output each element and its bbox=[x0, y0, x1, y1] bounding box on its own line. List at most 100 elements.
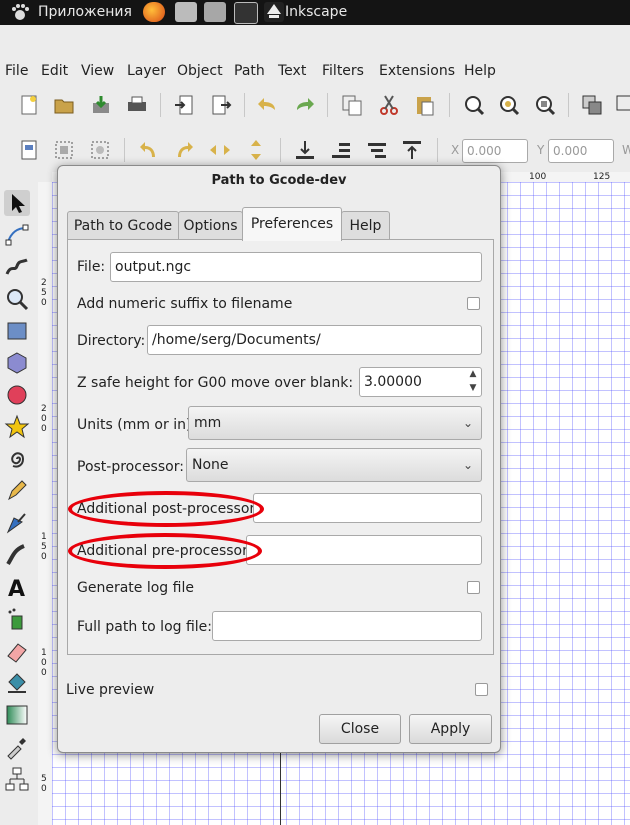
additional-pre-processor-field[interactable] bbox=[246, 535, 482, 565]
eraser-tool-icon[interactable] bbox=[4, 638, 30, 664]
tab-options[interactable]: Options bbox=[178, 211, 243, 240]
menu-path[interactable]: Path bbox=[234, 63, 265, 79]
spray-tool-icon[interactable] bbox=[4, 606, 30, 632]
ellipse-tool-icon[interactable] bbox=[4, 382, 30, 408]
zoom-page-icon[interactable] bbox=[533, 93, 557, 117]
top-panel: Приложения Inkscape bbox=[0, 0, 630, 25]
applications-menu[interactable]: Приложения bbox=[38, 4, 132, 20]
menu-filters[interactable]: Filters bbox=[322, 63, 364, 79]
export-icon[interactable] bbox=[209, 93, 233, 117]
menu-object[interactable]: Object bbox=[177, 63, 223, 79]
z-safe-field[interactable]: 3.00000 bbox=[359, 367, 482, 397]
cut-icon[interactable] bbox=[377, 93, 401, 117]
file-label: File: bbox=[77, 259, 106, 275]
menu-help[interactable]: Help bbox=[464, 63, 496, 79]
duplicate-icon[interactable] bbox=[340, 93, 364, 117]
directory-field[interactable]: /home/serg/Documents/ bbox=[147, 325, 482, 355]
rectangle-tool-icon[interactable] bbox=[4, 318, 30, 344]
menu-file[interactable]: File bbox=[5, 63, 28, 79]
ruler-tick-label: 5 bbox=[41, 288, 47, 298]
zoom-selection-icon[interactable] bbox=[462, 93, 486, 117]
flip-vertical-icon[interactable] bbox=[244, 138, 268, 162]
log-file-checkbox[interactable] bbox=[467, 581, 480, 594]
tab-help[interactable]: Help bbox=[341, 211, 390, 240]
new-document-icon[interactable] bbox=[17, 93, 41, 117]
spin-up-icon[interactable]: ▲ bbox=[466, 369, 480, 379]
group-icon[interactable] bbox=[580, 93, 604, 117]
ruler-tick-label: 0 bbox=[41, 424, 47, 434]
menu-text[interactable]: Text bbox=[278, 63, 306, 79]
file-field[interactable]: output.ngc bbox=[110, 252, 482, 282]
lower-to-bottom-icon[interactable] bbox=[293, 138, 317, 162]
selector-tool-icon[interactable] bbox=[4, 190, 30, 216]
dropper-tool-icon[interactable] bbox=[4, 734, 30, 760]
live-preview-checkbox[interactable] bbox=[475, 683, 488, 696]
ruler-tick-label: 1 bbox=[41, 648, 47, 658]
files-icon[interactable] bbox=[175, 2, 197, 22]
x-field[interactable]: 0.000 bbox=[462, 139, 528, 163]
menu-view[interactable]: View bbox=[81, 63, 114, 79]
menubar: File Edit View Layer Object Path Text Fi… bbox=[0, 58, 630, 86]
tab-path-to-gcode[interactable]: Path to Gcode bbox=[67, 211, 179, 240]
open-icon[interactable] bbox=[52, 93, 76, 117]
dialog-title: Path to Gcode-dev bbox=[211, 173, 347, 188]
rotate-cw-icon[interactable] bbox=[172, 138, 196, 162]
gradient-tool-icon[interactable] bbox=[4, 702, 30, 728]
zoom-tool-icon[interactable] bbox=[4, 286, 30, 312]
zoom-drawing-icon[interactable] bbox=[497, 93, 521, 117]
paste-icon[interactable] bbox=[413, 93, 437, 117]
firefox-icon[interactable] bbox=[143, 2, 165, 22]
pen-tool-icon[interactable] bbox=[4, 510, 30, 536]
undo-icon[interactable] bbox=[256, 93, 280, 117]
terminal-icon[interactable] bbox=[234, 2, 258, 24]
select-all-icon[interactable] bbox=[17, 138, 41, 162]
toolbox: A bbox=[0, 186, 34, 825]
ungroup-icon[interactable] bbox=[614, 93, 630, 117]
y-field[interactable]: 0.000 bbox=[548, 139, 614, 163]
calligraphy-tool-icon[interactable] bbox=[4, 542, 30, 568]
ruler-tick-label: 1 bbox=[41, 532, 47, 542]
additional-post-processor-field[interactable] bbox=[253, 493, 482, 523]
spiral-tool-icon[interactable] bbox=[4, 446, 30, 472]
ruler-tick-label: 125 bbox=[593, 172, 611, 182]
save-icon[interactable] bbox=[89, 93, 113, 117]
toolbar-separator bbox=[160, 93, 161, 117]
apply-button[interactable]: Apply bbox=[409, 714, 492, 744]
raise-icon[interactable] bbox=[365, 138, 389, 162]
select-all-layers-icon[interactable] bbox=[52, 138, 76, 162]
paint-bucket-tool-icon[interactable] bbox=[4, 670, 30, 696]
menu-edit[interactable]: Edit bbox=[41, 63, 68, 79]
menu-layer[interactable]: Layer bbox=[127, 63, 166, 79]
connector-tool-icon[interactable] bbox=[4, 766, 30, 792]
command-toolbar bbox=[0, 90, 630, 122]
close-button[interactable]: Close bbox=[319, 714, 401, 744]
units-select[interactable]: mm ⌄ bbox=[188, 406, 482, 440]
post-processor-select[interactable]: None ⌄ bbox=[186, 448, 482, 482]
numeric-suffix-checkbox[interactable] bbox=[467, 297, 480, 310]
deselect-icon[interactable] bbox=[88, 138, 112, 162]
task-title[interactable]: Inkscape bbox=[285, 4, 347, 20]
gnome-foot-icon[interactable] bbox=[10, 3, 30, 21]
raise-to-top-icon[interactable] bbox=[400, 138, 424, 162]
tweak-tool-icon[interactable] bbox=[4, 254, 30, 280]
text-tool-icon[interactable]: A bbox=[4, 574, 30, 600]
flip-horizontal-icon[interactable] bbox=[208, 138, 232, 162]
gcode-dialog: Path to Gcode-dev Path to Gcode Options … bbox=[57, 165, 501, 753]
menu-extensions[interactable]: Extensions bbox=[379, 63, 455, 79]
pencil-tool-icon[interactable] bbox=[4, 478, 30, 504]
import-icon[interactable] bbox=[173, 93, 197, 117]
log-path-field[interactable] bbox=[212, 611, 482, 641]
tab-preferences[interactable]: Preferences bbox=[242, 207, 342, 241]
y-label: Y bbox=[537, 143, 545, 157]
lower-icon[interactable] bbox=[329, 138, 353, 162]
3d-box-tool-icon[interactable] bbox=[4, 350, 30, 376]
redo-icon[interactable] bbox=[292, 93, 316, 117]
node-tool-icon[interactable] bbox=[4, 222, 30, 248]
calculator-icon[interactable] bbox=[204, 2, 226, 22]
spin-down-icon[interactable]: ▼ bbox=[466, 383, 480, 393]
ruler-tick-label: 5 bbox=[41, 542, 47, 552]
print-icon[interactable] bbox=[125, 93, 149, 117]
rotate-ccw-icon[interactable] bbox=[137, 138, 161, 162]
star-tool-icon[interactable] bbox=[4, 414, 30, 440]
ruler-tick-label: 5 bbox=[41, 774, 47, 784]
